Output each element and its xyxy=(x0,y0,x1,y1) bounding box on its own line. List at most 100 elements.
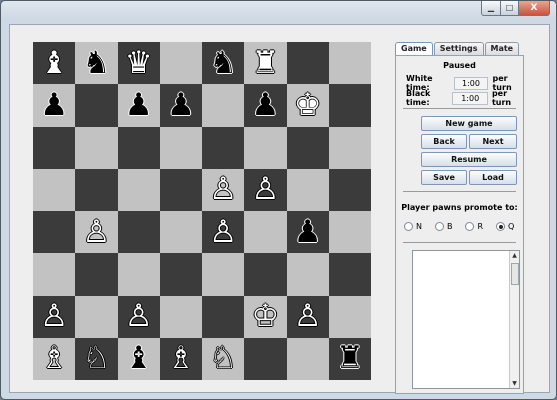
board-square-r1-c8[interactable] xyxy=(328,42,371,85)
board-square-r7-c2[interactable] xyxy=(75,295,118,338)
board-square-r4-c2[interactable] xyxy=(75,168,118,211)
board-square-r5-c8[interactable] xyxy=(328,211,371,254)
black-pawn-icon[interactable]: ♟ xyxy=(251,89,279,121)
board-square-r2-c2[interactable] xyxy=(75,84,118,127)
black-pawn-icon[interactable]: ♟ xyxy=(40,89,68,121)
black-time-field[interactable]: 1:00 xyxy=(452,91,488,105)
white-rook-icon[interactable]: ♜ xyxy=(251,47,279,79)
board-square-r6-c1[interactable] xyxy=(33,253,76,296)
scroll-thumb[interactable] xyxy=(511,263,519,285)
board-square-r5-c3[interactable] xyxy=(117,211,160,254)
white-queen-icon[interactable]: ♛ xyxy=(125,47,153,79)
back-button[interactable]: Back xyxy=(421,134,467,149)
board-square-r5-c1[interactable] xyxy=(33,211,76,254)
board-square-r4-c4[interactable] xyxy=(159,168,202,211)
board-square-r3-c2[interactable] xyxy=(75,126,118,169)
black-pawn-icon[interactable]: ♟ xyxy=(167,89,195,121)
chess-board[interactable]: ♝ ♞ ♛ ♞ ♜ ♟ ♟ ♟ ♟ ♚ ♙ ♙ ♙ ♙ ♟ ♙ ♙ ♔ ♙ ♗ ♘ ♝ ♗ ♘ ♜ xyxy=(33,42,371,380)
board-square-r5-c5[interactable]: ♙ xyxy=(202,211,245,254)
board-square-r8-c5[interactable]: ♘ xyxy=(202,337,245,380)
board-square-r2-c5[interactable] xyxy=(202,84,245,127)
new-game-button[interactable]: New game xyxy=(421,116,517,131)
white-pawn-icon[interactable]: ♙ xyxy=(209,174,237,205)
resume-button[interactable]: Resume xyxy=(421,152,517,167)
board-square-r1-c1[interactable]: ♝ xyxy=(33,42,76,85)
white-pawn-icon[interactable]: ♙ xyxy=(251,174,279,205)
move-log-textarea[interactable]: ▲ ▼ xyxy=(412,250,520,389)
promote-option-n[interactable]: N xyxy=(404,222,422,231)
board-square-r3-c5[interactable] xyxy=(202,126,245,169)
board-square-r1-c6[interactable]: ♜ xyxy=(244,42,287,85)
black-pawn-icon[interactable]: ♟ xyxy=(294,216,322,248)
promote-option-b[interactable]: B xyxy=(434,222,452,231)
white-pawn-icon[interactable]: ♙ xyxy=(294,301,322,332)
board-square-r3-c3[interactable] xyxy=(117,126,160,169)
white-bishop-icon[interactable]: ♗ xyxy=(40,343,68,374)
board-square-r8-c3[interactable]: ♝ xyxy=(117,337,160,380)
white-king-icon[interactable]: ♔ xyxy=(251,301,279,332)
board-square-r5-c2[interactable]: ♙ xyxy=(75,211,118,254)
board-square-r7-c4[interactable] xyxy=(159,295,202,338)
board-square-r2-c7[interactable]: ♚ xyxy=(286,84,329,127)
board-square-r3-c6[interactable] xyxy=(244,126,287,169)
close-button[interactable]: X xyxy=(519,1,550,16)
maximize-button[interactable]: □ xyxy=(501,1,519,16)
board-square-r3-c7[interactable] xyxy=(286,126,329,169)
black-knight-icon[interactable]: ♞ xyxy=(82,47,110,79)
tab-mate[interactable]: Mate xyxy=(484,42,520,55)
board-square-r6-c2[interactable] xyxy=(75,253,118,296)
board-square-r6-c8[interactable] xyxy=(328,253,371,296)
white-time-field[interactable]: 1:00 xyxy=(453,76,489,90)
board-square-r8-c8[interactable]: ♜ xyxy=(328,337,371,380)
board-square-r2-c8[interactable] xyxy=(328,84,371,127)
board-square-r8-c7[interactable] xyxy=(286,337,329,380)
board-square-r6-c5[interactable] xyxy=(202,253,245,296)
board-square-r7-c7[interactable]: ♙ xyxy=(286,295,329,338)
board-square-r2-c3[interactable]: ♟ xyxy=(117,84,160,127)
white-knight-icon[interactable]: ♘ xyxy=(209,343,237,374)
scroll-down-arrow-icon[interactable]: ▼ xyxy=(510,379,519,388)
minimize-button[interactable]: ▁ xyxy=(481,1,501,16)
white-pawn-icon[interactable]: ♙ xyxy=(125,301,153,332)
board-square-r3-c4[interactable] xyxy=(159,126,202,169)
tab-game[interactable]: Game xyxy=(395,42,433,56)
move-log-scrollbar[interactable]: ▲ ▼ xyxy=(509,251,519,388)
white-pawn-icon[interactable]: ♙ xyxy=(82,216,110,248)
board-square-r3-c1[interactable] xyxy=(33,126,76,169)
white-bishop-icon[interactable]: ♗ xyxy=(167,343,195,374)
black-bishop-icon[interactable]: ♝ xyxy=(125,343,153,374)
board-square-r1-c5[interactable]: ♞ xyxy=(202,42,245,85)
white-bishop-icon[interactable]: ♝ xyxy=(40,47,68,79)
board-square-r7-c3[interactable]: ♙ xyxy=(117,295,160,338)
tab-settings[interactable]: Settings xyxy=(433,42,484,55)
board-square-r4-c7[interactable] xyxy=(286,168,329,211)
board-square-r4-c5[interactable]: ♙ xyxy=(202,168,245,211)
white-knight-icon[interactable]: ♘ xyxy=(82,343,110,374)
board-square-r7-c8[interactable] xyxy=(328,295,371,338)
scroll-up-arrow-icon[interactable]: ▲ xyxy=(510,251,519,260)
board-square-r4-c1[interactable] xyxy=(33,168,76,211)
board-square-r7-c6[interactable]: ♔ xyxy=(244,295,287,338)
white-king-icon[interactable]: ♚ xyxy=(294,89,322,121)
load-button[interactable]: Load xyxy=(469,170,517,185)
board-square-r8-c4[interactable]: ♗ xyxy=(159,337,202,380)
promote-option-r[interactable]: R xyxy=(465,222,483,231)
black-pawn-icon[interactable]: ♟ xyxy=(125,89,153,121)
board-square-r7-c5[interactable] xyxy=(202,295,245,338)
board-square-r8-c1[interactable]: ♗ xyxy=(33,337,76,380)
black-knight-icon[interactable]: ♞ xyxy=(209,47,237,79)
board-square-r8-c6[interactable] xyxy=(244,337,287,380)
board-square-r1-c7[interactable] xyxy=(286,42,329,85)
board-square-r6-c6[interactable] xyxy=(244,253,287,296)
board-square-r1-c3[interactable]: ♛ xyxy=(117,42,160,85)
board-square-r2-c6[interactable]: ♟ xyxy=(244,84,287,127)
board-square-r2-c1[interactable]: ♟ xyxy=(33,84,76,127)
next-button[interactable]: Next xyxy=(469,134,517,149)
board-square-r1-c2[interactable]: ♞ xyxy=(75,42,118,85)
board-square-r6-c3[interactable] xyxy=(117,253,160,296)
board-square-r2-c4[interactable]: ♟ xyxy=(159,84,202,127)
board-square-r5-c4[interactable] xyxy=(159,211,202,254)
board-square-r3-c8[interactable] xyxy=(328,126,371,169)
white-pawn-icon[interactable]: ♙ xyxy=(209,216,237,248)
board-square-r5-c6[interactable] xyxy=(244,211,287,254)
